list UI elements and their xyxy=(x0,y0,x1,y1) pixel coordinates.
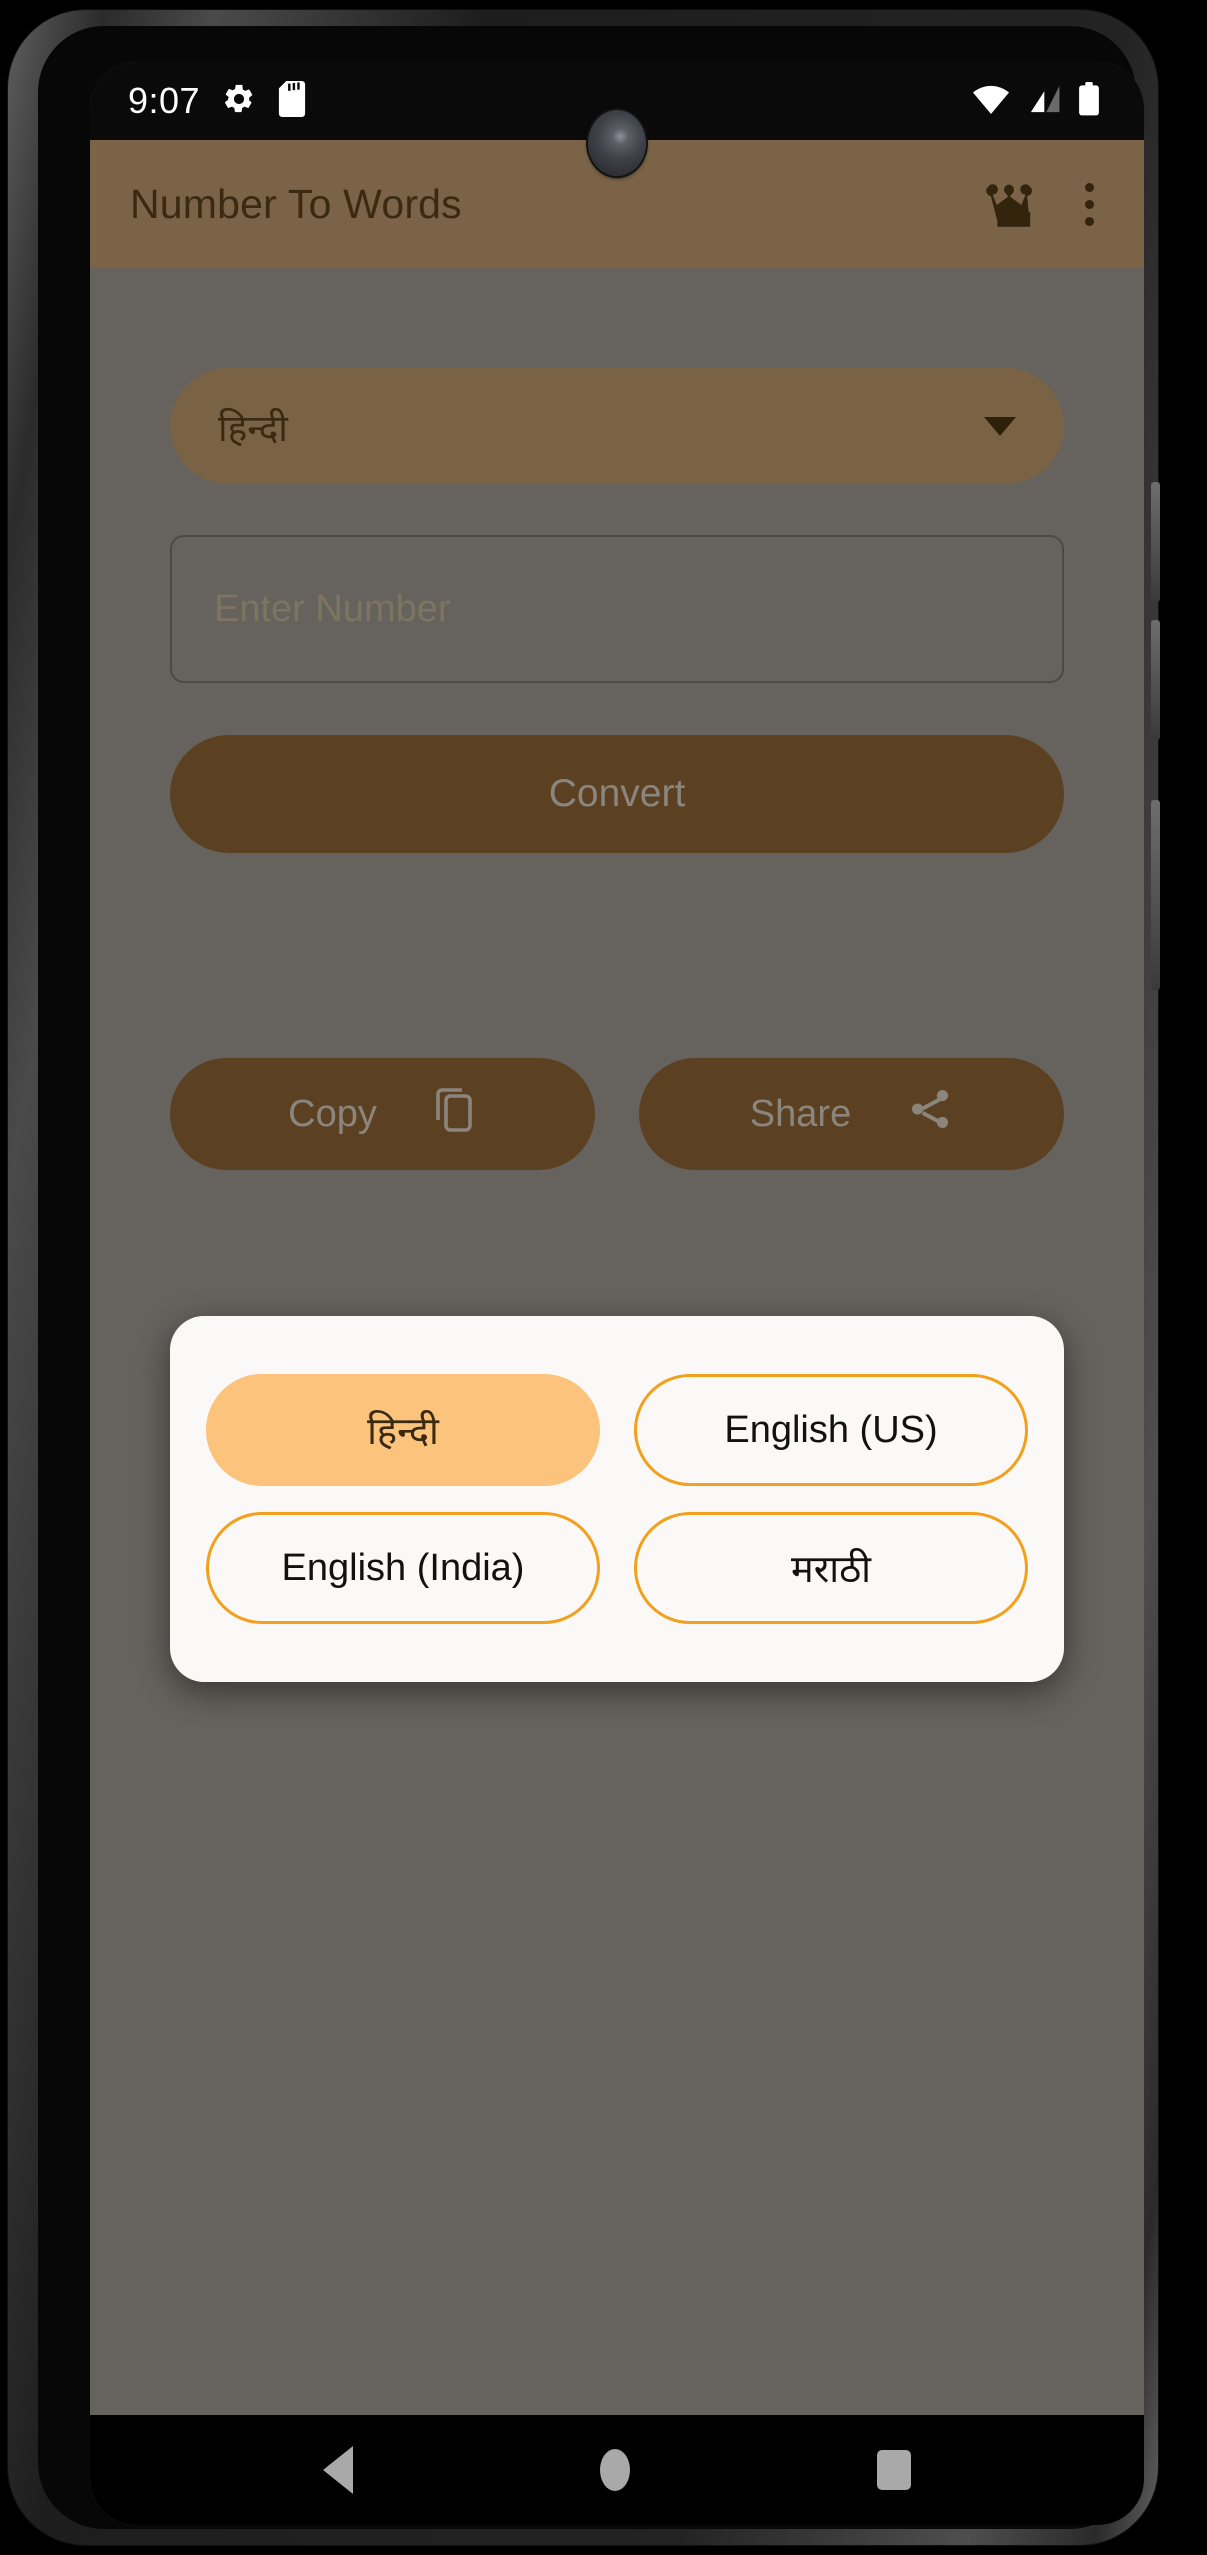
language-dialog-row: English (India) मराठी xyxy=(206,1512,1028,1624)
share-icon xyxy=(907,1086,953,1142)
power-button[interactable] xyxy=(1151,800,1160,990)
language-option-english-india[interactable]: English (India) xyxy=(206,1512,600,1624)
sd-card-icon xyxy=(278,80,306,122)
language-option-label: मराठी xyxy=(790,1549,872,1591)
action-row: Copy Share xyxy=(170,1058,1064,1170)
main-content: हिन्दी Enter Number Convert Copy Share ह… xyxy=(90,268,1144,2415)
overflow-menu-icon[interactable] xyxy=(1071,175,1108,234)
nav-home-icon[interactable] xyxy=(599,2449,630,2491)
status-bar-clock: 9:07 xyxy=(128,80,201,121)
language-option-label: English (US) xyxy=(724,1408,938,1451)
copy-button[interactable]: Copy xyxy=(170,1058,595,1170)
convert-button[interactable]: Convert xyxy=(170,735,1064,853)
language-dropdown-value: हिन्दी xyxy=(218,407,288,449)
nav-back-icon[interactable] xyxy=(323,2446,354,2494)
status-bar-right xyxy=(972,81,1100,121)
wifi-icon xyxy=(972,84,1010,119)
copy-button-label: Copy xyxy=(288,1092,377,1135)
device-frame: 9:07 Number To Words हिन्दी Enter Number… xyxy=(8,10,1160,2545)
convert-button-label: Convert xyxy=(548,772,686,815)
copy-icon xyxy=(433,1085,477,1143)
language-option-english-us[interactable]: English (US) xyxy=(634,1374,1028,1486)
language-option-label: हिन्दी xyxy=(367,1411,439,1453)
language-option-label: English (India) xyxy=(281,1546,525,1589)
crown-icon[interactable] xyxy=(983,176,1045,233)
cellular-signal-icon xyxy=(1027,84,1061,119)
share-button-label: Share xyxy=(749,1092,852,1135)
front-camera-notch xyxy=(588,110,646,176)
number-input[interactable]: Enter Number xyxy=(170,535,1064,683)
status-bar-left: 9:07 xyxy=(128,80,306,122)
page-title: Number To Words xyxy=(130,180,462,227)
language-selection-dialog: हिन्दी English (US) English (India) मराठ… xyxy=(170,1316,1064,1682)
battery-icon xyxy=(1078,81,1100,121)
phone-screen: 9:07 Number To Words हिन्दी Enter Number… xyxy=(90,62,1144,2525)
share-button[interactable]: Share xyxy=(639,1058,1064,1170)
language-option-marathi[interactable]: मराठी xyxy=(634,1512,1028,1624)
language-dropdown[interactable]: हिन्दी xyxy=(170,368,1064,484)
language-dialog-row: हिन्दी English (US) xyxy=(206,1374,1028,1486)
number-input-placeholder: Enter Number xyxy=(214,587,451,630)
volume-up-button[interactable] xyxy=(1151,482,1160,602)
device-bezel: 9:07 Number To Words हिन्दी Enter Number… xyxy=(38,26,1144,2529)
gear-icon xyxy=(222,82,256,121)
volume-down-button[interactable] xyxy=(1151,620,1160,740)
navigation-bar xyxy=(90,2415,1144,2525)
language-option-hindi[interactable]: हिन्दी xyxy=(206,1374,600,1486)
app-bar-actions xyxy=(983,175,1108,234)
chevron-down-icon xyxy=(984,416,1016,436)
nav-recents-icon[interactable] xyxy=(876,2450,911,2490)
